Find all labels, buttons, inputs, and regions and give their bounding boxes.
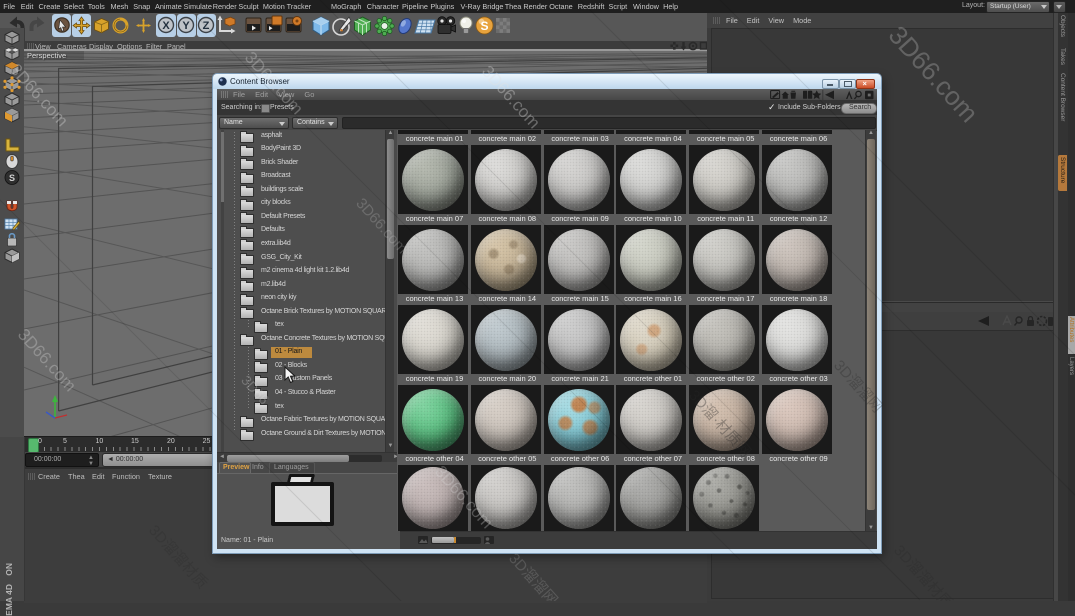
svg-text:S: S xyxy=(9,173,15,183)
svg-text:X: X xyxy=(162,20,170,32)
svg-text:Y: Y xyxy=(182,20,190,32)
svg-text:Z: Z xyxy=(203,20,210,32)
svg-text:S: S xyxy=(480,19,488,33)
